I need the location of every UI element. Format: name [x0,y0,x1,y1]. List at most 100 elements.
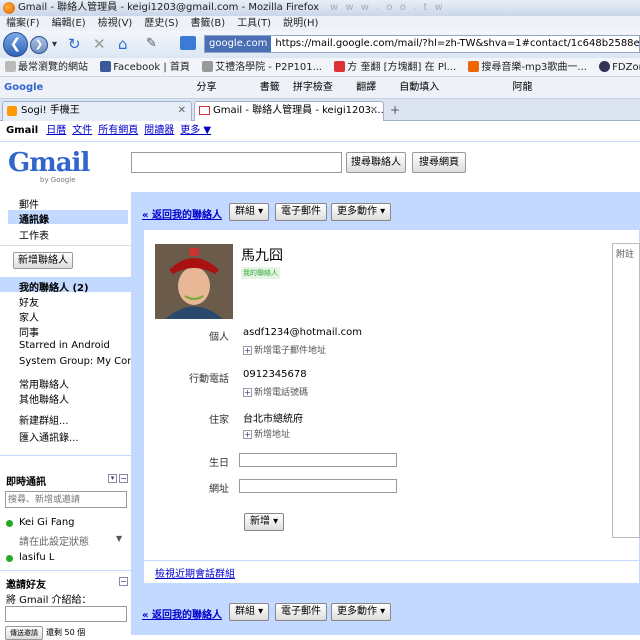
add-field-button[interactable]: 新增 ▾ [244,513,285,531]
chat-minimize-icon[interactable]: − [119,474,128,483]
add-email-link[interactable]: + 新增電子郵件地址 [243,343,326,356]
menu-tools[interactable]: 工具(T) [237,18,271,29]
screen-icon[interactable] [180,36,196,50]
invite-title: 邀請好友 [6,580,46,591]
chat-search-input[interactable] [5,491,127,508]
invite-minimize-icon[interactable]: − [119,577,128,586]
search-web-button[interactable]: 搜尋網頁 [412,152,466,173]
back-to-contacts-link[interactable]: « 返回我的聯絡人 [142,206,222,221]
user-button[interactable]: 阿龍 [512,82,532,93]
online-status-icon [6,555,13,562]
bookmark-item[interactable]: 方 奎翻 [方塊翻] 在 Pl... [334,61,456,73]
status-dropdown-icon[interactable]: ▼ [116,534,122,543]
gmail-nav-brand[interactable]: Gmail [6,125,38,136]
menu-file[interactable]: 檔案(F) [6,18,40,29]
group-family[interactable]: 家人 [19,309,39,324]
send-invite-button[interactable]: 傳送邀請 [5,626,43,640]
new-contact-button[interactable]: 新增聯絡人 [13,252,73,269]
website-label: 網址 [209,484,229,495]
chat-status-text[interactable]: 請在此設定狀態 [19,533,89,548]
history-dropdown-icon[interactable]: ▾ [52,39,57,50]
home-icon[interactable]: ⌂ [118,35,128,53]
firefox-icon [3,2,15,14]
email-button[interactable]: 電子郵件 [275,203,327,221]
bookmark-item[interactable]: Facebook | 首頁 [100,61,190,73]
reload-icon[interactable]: ↻ [68,35,81,53]
menu-help[interactable]: 說明(H) [283,18,318,29]
menu-view[interactable]: 檢視(V) [98,18,133,29]
google-toolbar-brand[interactable]: Google [4,82,43,93]
stop-icon[interactable]: ✕ [93,35,106,53]
add-phone-link[interactable]: + 新增電話號碼 [243,385,308,398]
close-tab-icon[interactable]: ✕ [178,102,186,120]
email-button[interactable]: 電子郵件 [275,603,327,621]
contact-name[interactable]: 馬九囧 [241,245,283,265]
notes-field[interactable]: 附註 [612,243,640,538]
spellcheck-button[interactable]: 拼字檢查 [293,82,333,93]
nav-calendar[interactable]: 日曆 [46,125,66,136]
menu-edit[interactable]: 編輯(E) [52,18,86,29]
group-starred-android[interactable]: Starred in Android [19,340,110,351]
group-tag[interactable]: 我的聯絡人 [241,267,280,279]
autofill-button[interactable]: 自動填入 [399,82,439,93]
new-group-link[interactable]: 新建群組... [19,412,69,427]
new-tab-icon[interactable]: + [390,103,400,117]
recent-conversations-link[interactable]: 檢視近期會話群組 [155,565,235,580]
contact-email[interactable]: asdf1234@hotmail.com [243,327,362,338]
bookmark-item[interactable]: 最常瀏覽的網站 [5,61,88,73]
back-to-contacts-link[interactable]: « 返回我的聯絡人 [142,606,222,621]
address-bar[interactable]: google.com https://mail.google.com/mail/?… [204,35,640,53]
group-coworkers[interactable]: 同事 [19,324,39,339]
group-friends[interactable]: 好友 [19,294,39,309]
import-contacts-link[interactable]: 匯入通訊錄... [19,429,79,444]
contact-card: 馬九囧 我的聯絡人 個人 asdf1234@hotmail.com + 新增電子郵… [143,229,640,584]
more-actions-button[interactable]: 更多動作 ▾ [331,203,392,221]
chat-contact[interactable]: lasifu L [19,552,55,563]
close-tab-icon[interactable]: ✕ [370,102,378,120]
add-address-link[interactable]: + 新增地址 [243,427,290,440]
nav-reader[interactable]: 閱讀器 [144,125,174,136]
translate-button[interactable]: 翻譯 [356,82,376,93]
search-input[interactable] [131,152,342,173]
menu-history[interactable]: 歷史(S) [144,18,178,29]
bookmark-item[interactable]: 艾禮洛學院 - P2P101... [202,61,322,73]
birthday-input[interactable] [239,453,397,467]
bookmark-item[interactable]: 搜尋音樂-mp3歌曲一... [468,61,587,73]
nav-docs[interactable]: 文件 [72,125,92,136]
forward-icon[interactable]: ❯ [30,36,48,54]
bookmarks-button[interactable]: 書籤 [260,82,280,93]
website-input[interactable] [239,479,397,493]
gmail-logo[interactable]: Gmail by Google [8,148,90,184]
bookmark-item[interactable]: FDZone-Forum [599,61,640,73]
menu-bookmarks[interactable]: 書籤(B) [191,18,226,29]
sidebar-other-contacts[interactable]: 其他聯絡人 [19,391,69,406]
search-contacts-button[interactable]: 搜尋聯絡人 [346,152,406,173]
share-button[interactable]: 分享 [197,82,217,93]
back-icon[interactable]: ❮ [3,32,28,57]
contact-photo[interactable] [155,244,233,319]
window-title: Gmail - 聯絡人管理員 - keigi1203@gmail.com - M… [18,2,320,13]
address-url: https://mail.google.com/mail/?hl=zh-TW&s… [275,38,640,49]
sidebar-contacts[interactable]: 通訊錄 [19,211,49,226]
group-my-contacts[interactable]: 我的聯絡人 (2) [19,279,89,294]
group-system[interactable]: System Group: My Conta [19,356,144,367]
tab-gmail[interactable]: Gmail - 聯絡人管理員 - keigi1203.... ✕ [194,101,384,121]
groups-button[interactable]: 群組 ▾ [229,203,270,221]
contact-phone[interactable]: 0912345678 [243,369,307,380]
tab-sogi[interactable]: Sogi! 手機王 ✕ [2,101,192,121]
addon-icon[interactable]: ✎ [146,36,157,51]
divider [0,141,640,142]
chat-self-name[interactable]: Kei Gi Fang [19,517,75,528]
nav-all-pages[interactable]: 所有網頁 [98,125,138,136]
chat-options-icon[interactable]: ▾ [108,474,117,483]
site-identity-badge[interactable]: google.com [205,36,272,52]
sidebar-mail[interactable]: 郵件 [19,196,39,211]
contact-address[interactable]: 台北市總統府 [243,410,303,425]
window-titlebar: Gmail - 聯絡人管理員 - keigi1203@gmail.com - M… [0,0,640,16]
more-actions-button[interactable]: 更多動作 ▾ [331,603,392,621]
sidebar-frequent[interactable]: 常用聯絡人 [19,376,69,391]
groups-button[interactable]: 群組 ▾ [229,603,270,621]
nav-more[interactable]: 更多 ▼ [180,125,211,136]
invite-email-input[interactable] [5,606,127,622]
sidebar-tasks[interactable]: 工作表 [19,227,49,242]
